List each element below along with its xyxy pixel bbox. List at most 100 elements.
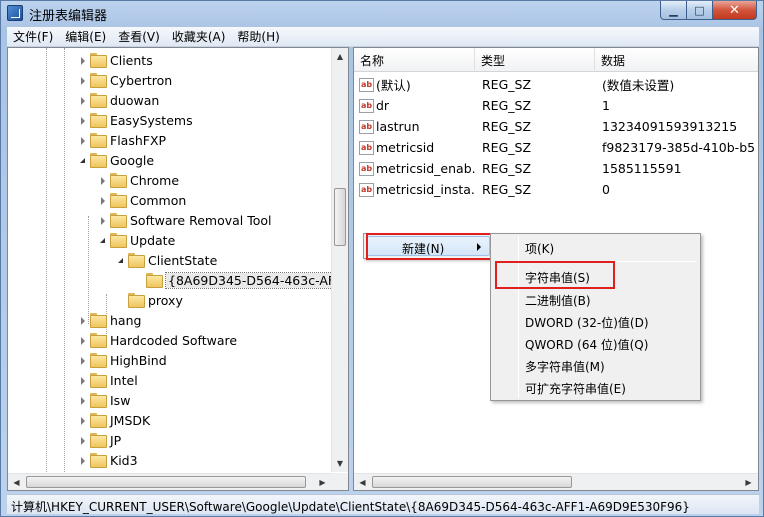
value-row[interactable]: ab metricsid_enab... REG_SZ 1585115591 (354, 158, 758, 179)
tree-item[interactable]: EasySystems (8, 110, 332, 130)
folder-icon (90, 52, 107, 68)
tree-item-label: Isw (110, 393, 131, 408)
value-row[interactable]: ab dr REG_SZ 1 (354, 95, 758, 116)
expand-arrow-icon[interactable] (78, 456, 87, 465)
tree-item-label: Intel (110, 373, 138, 388)
tree-item-label: Hardcoded Software (110, 333, 238, 348)
expand-arrow-icon[interactable] (78, 376, 87, 385)
expand-arrow-icon[interactable] (78, 356, 87, 365)
regedit-window: 注册表编辑器 ▁ □ ✕ 文件(F) 编辑(E) 查看(V) 收藏夹(A) 帮助… (0, 0, 764, 517)
collapse-arrow-icon[interactable] (116, 256, 125, 265)
menu-edit[interactable]: 编辑(E) (59, 28, 112, 45)
tree-item[interactable]: Clients (8, 50, 332, 70)
expand-arrow-icon[interactable] (78, 316, 87, 325)
scroll-right-icon[interactable]: ▶ (740, 474, 757, 490)
menu-item-multi-string-value[interactable]: 多字符串值(M) (525, 358, 605, 375)
tree-vertical-scrollbar[interactable]: ▲ ▼ (331, 48, 348, 472)
expand-arrow-icon[interactable] (78, 436, 87, 445)
folder-icon (90, 152, 107, 168)
close-button[interactable]: ✕ (713, 1, 757, 20)
tree-item[interactable]: Intel (8, 370, 332, 390)
tree-item-label: Cybertron (110, 73, 173, 88)
value-name: metricsid_enab... (376, 161, 476, 176)
menu-file[interactable]: 文件(F) (7, 28, 59, 45)
minimize-button[interactable]: ▁ (660, 1, 687, 20)
tree-item[interactable]: {8A69D345-D564-463c-AFF1 (8, 270, 332, 290)
folder-icon (90, 352, 107, 368)
column-data[interactable]: 数据 (595, 48, 758, 72)
tree-item[interactable]: FlashFXP (8, 130, 332, 150)
expand-arrow-icon[interactable] (78, 396, 87, 405)
value-row[interactable]: ab lastrun REG_SZ 13234091593913215 (354, 116, 758, 137)
tree-item[interactable]: Software Removal Tool (8, 210, 332, 230)
value-data: (数值未设置) (602, 78, 675, 93)
collapse-arrow-icon[interactable] (78, 156, 87, 165)
expand-arrow-icon[interactable] (78, 336, 87, 345)
tree-item[interactable]: Hardcoded Software (8, 330, 332, 350)
registry-tree[interactable]: Clients Cybertron duowan EasySystems FlashFX… (8, 48, 332, 472)
tree-item[interactable]: Kid3 (8, 450, 332, 470)
tree-item[interactable]: Update (8, 230, 332, 250)
value-row[interactable]: abmetricsid REG_SZ f9823179-385d-410b-b5a5… (354, 137, 758, 158)
tree-item[interactable]: Common (8, 190, 332, 210)
menu-help[interactable]: 帮助(H) (231, 28, 285, 45)
tree-item[interactable]: Cybertron (8, 70, 332, 90)
value-row[interactable]: ab metricsid_insta... REG_SZ 0 (354, 179, 758, 200)
tree-item[interactable]: JP (8, 430, 332, 450)
scroll-left-icon[interactable]: ◀ (8, 474, 25, 490)
scroll-left-icon[interactable]: ◀ (354, 474, 371, 490)
tree-item[interactable]: Google (8, 150, 332, 170)
tree-item[interactable]: JMSDK (8, 410, 332, 430)
column-name[interactable]: 名称 (354, 48, 475, 72)
tree-item[interactable]: ClientState (8, 250, 332, 270)
expand-arrow-icon[interactable] (78, 416, 87, 425)
expand-arrow-icon[interactable] (78, 136, 87, 145)
menu-item-qword-value[interactable]: QWORD (64 位)值(Q) (525, 336, 648, 353)
menu-item-dword-value[interactable]: DWORD (32-位)值(D) (525, 314, 649, 331)
tree-item[interactable]: Chrome (8, 170, 332, 190)
reg-sz-icon: ab (359, 98, 374, 113)
menu-favorites[interactable]: 收藏夹(A) (166, 28, 232, 45)
tree-item[interactable]: Isw (8, 390, 332, 410)
value-name: metricsid_insta... (376, 182, 476, 197)
list-horizontal-scrollbar[interactable]: ◀ ▶ (354, 473, 758, 490)
regedit-icon (7, 5, 23, 21)
menu-item-expandable-string-value[interactable]: 可扩充字符串值(E) (525, 380, 626, 397)
expand-arrow-icon[interactable] (78, 56, 87, 65)
folder-icon (146, 272, 163, 288)
collapse-arrow-icon[interactable] (98, 236, 107, 245)
menu-item-binary-value[interactable]: 二进制值(B) (525, 292, 591, 309)
reg-sz-icon: ab (359, 119, 374, 134)
tree-item[interactable]: proxy (8, 290, 332, 310)
expand-arrow-icon[interactable] (78, 116, 87, 125)
folder-icon (110, 172, 127, 188)
value-name: (默认) (376, 78, 411, 93)
value-row[interactable]: ab (默认) REG_SZ (数值未设置) (354, 74, 758, 95)
tree-item-label: Google (110, 153, 155, 168)
menu-item-key[interactable]: 项(K) (525, 240, 554, 257)
tree-hscroll-thumb[interactable] (26, 476, 306, 488)
expand-arrow-icon[interactable] (78, 96, 87, 105)
value-type: REG_SZ (482, 98, 532, 113)
tree-item[interactable]: HighBind (8, 350, 332, 370)
registry-tree-pane[interactable]: Clients Cybertron duowan EasySystems FlashFX… (7, 47, 349, 491)
expand-arrow-icon[interactable] (98, 176, 107, 185)
maximize-button[interactable]: □ (687, 1, 713, 20)
expand-arrow-icon[interactable] (78, 76, 87, 85)
title-bar[interactable]: 注册表编辑器 ▁ □ ✕ (1, 1, 763, 25)
scroll-up-icon[interactable]: ▲ (332, 48, 348, 65)
menu-view[interactable]: 查看(V) (112, 28, 166, 45)
scroll-down-icon[interactable]: ▼ (332, 455, 348, 472)
list-hscroll-thumb[interactable] (372, 476, 572, 488)
tree-item[interactable]: hang (8, 310, 332, 330)
expand-arrow-icon[interactable] (98, 216, 107, 225)
scroll-right-icon[interactable]: ▶ (314, 474, 331, 490)
list-header: 名称 类型 数据 (354, 48, 758, 72)
tree-scroll-thumb[interactable] (334, 188, 346, 246)
column-type[interactable]: 类型 (475, 48, 595, 72)
tree-horizontal-scrollbar[interactable]: ◀ ▶ (8, 473, 348, 490)
folder-icon (90, 372, 107, 388)
tree-item[interactable]: duowan (8, 90, 332, 110)
folder-icon (90, 412, 107, 428)
expand-arrow-icon[interactable] (98, 196, 107, 205)
